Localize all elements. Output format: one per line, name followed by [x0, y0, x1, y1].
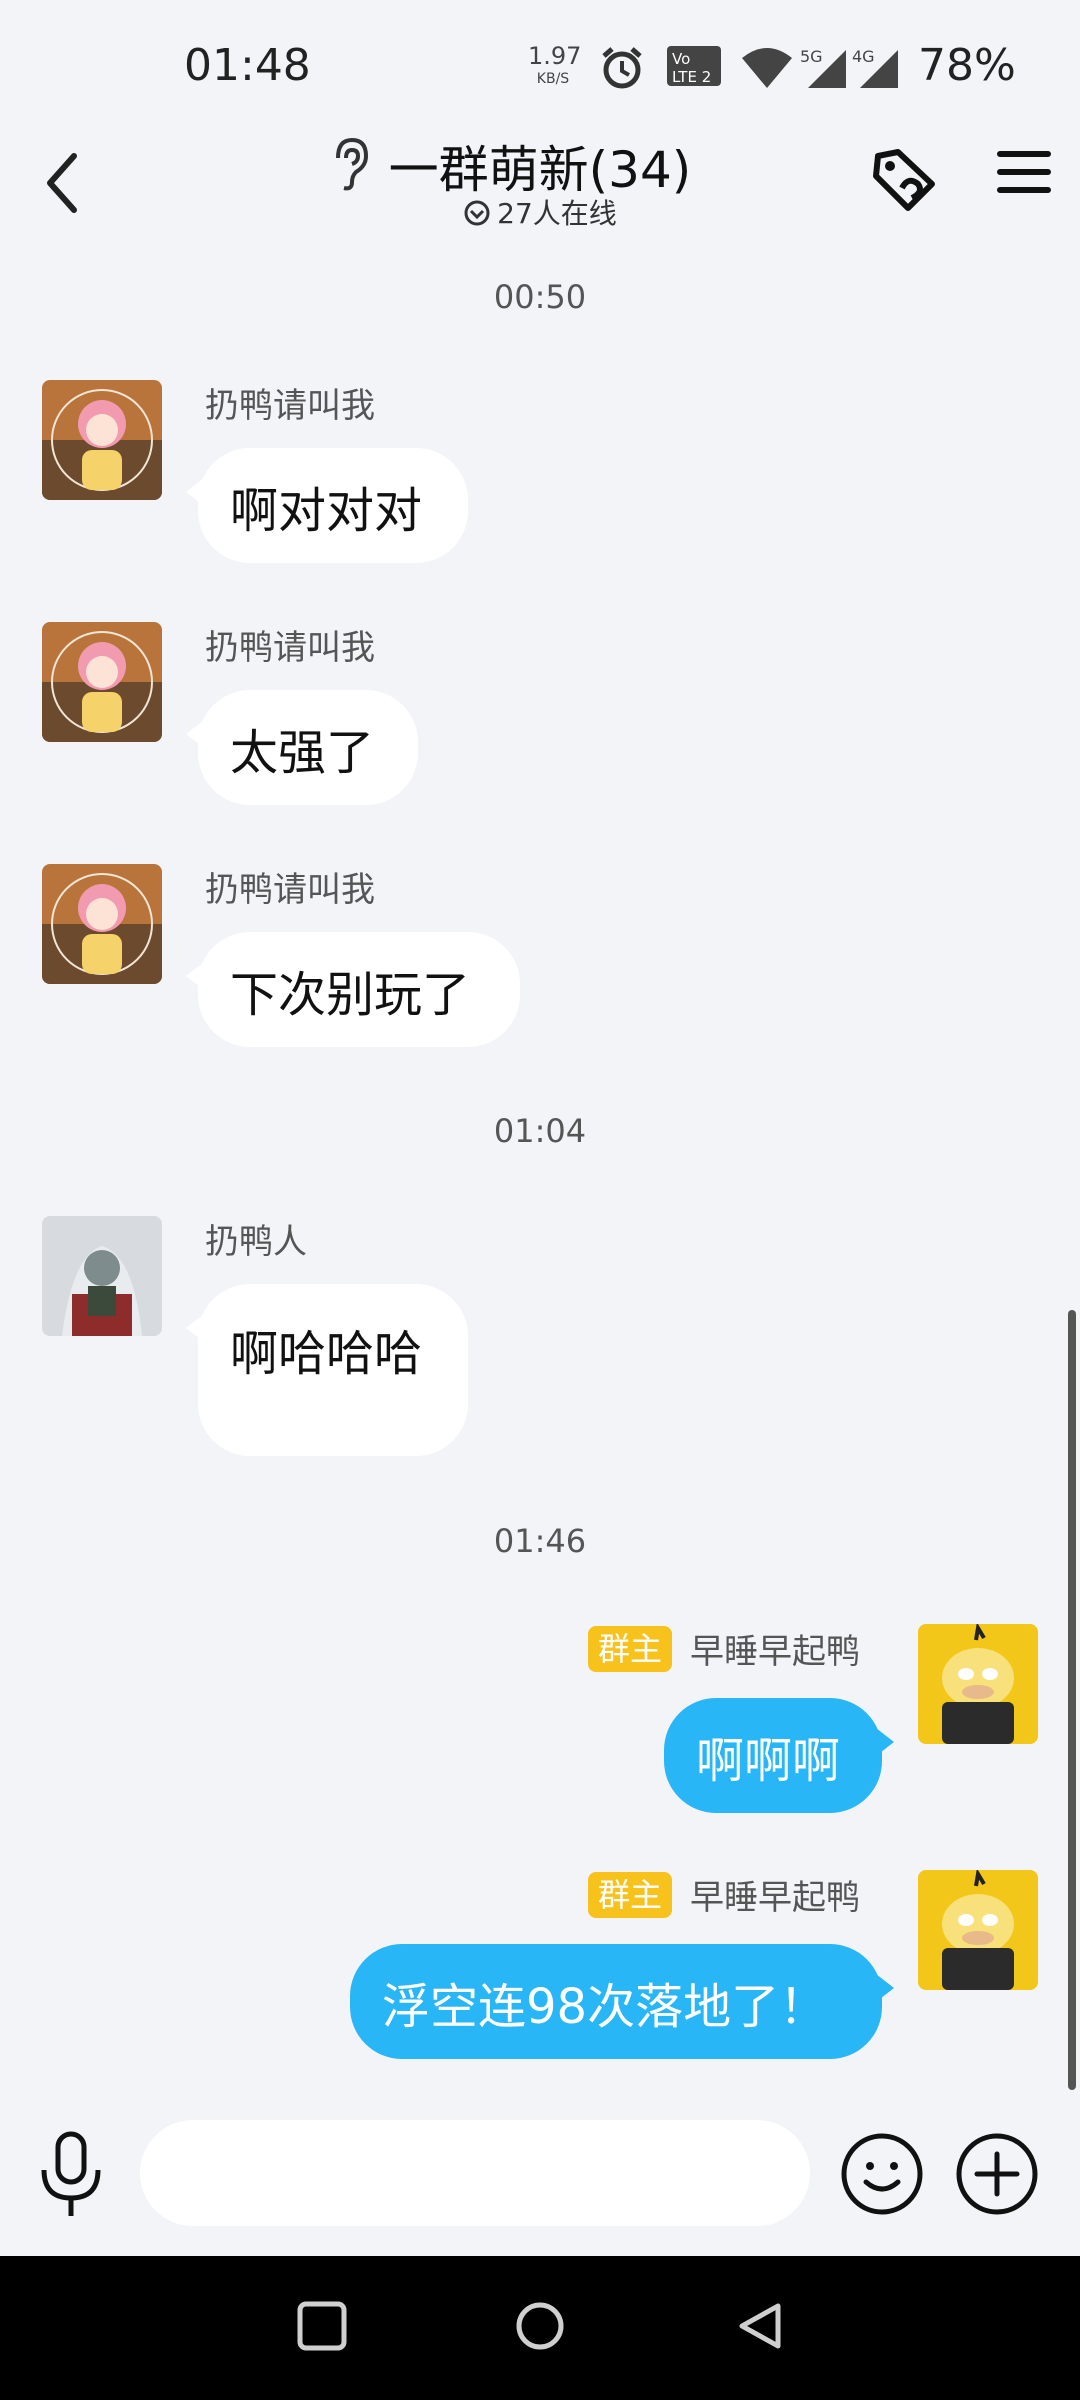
4g-signal-icon: 4G	[852, 44, 900, 94]
sender-name: 扔鸭人	[205, 1222, 307, 1262]
home-icon[interactable]	[514, 2300, 566, 2356]
owner-badge: 群主	[588, 1872, 673, 1918]
recents-icon[interactable]	[296, 2300, 348, 2356]
online-count-label: 27人在线	[497, 197, 617, 230]
online-status-icon	[464, 200, 490, 226]
message-list[interactable]: 00:50 扔鸭请叫我 啊对对对 扔鸭请叫我 太强了 扔鸭请叫我 下次别玩了 0…	[0, 250, 1080, 2090]
message-bubble[interactable]: 啊对对对	[186, 448, 468, 563]
avatar[interactable]	[42, 622, 162, 742]
svg-text:4G: 4G	[852, 47, 875, 66]
alarm-icon	[598, 44, 646, 96]
svg-text:Vo: Vo	[672, 50, 690, 68]
status-bar: 01:48 1.97 KB/S Vo LTE 2 5G 4G 78%	[0, 0, 1080, 140]
input-bar	[0, 2090, 1080, 2260]
message-text: 下次别玩了	[230, 966, 471, 1023]
message-bubble[interactable]: 下次别玩了	[186, 932, 520, 1047]
network-speed: 1.97 KB/S	[528, 44, 581, 89]
avatar[interactable]	[42, 380, 162, 500]
owner-badge: 群主	[588, 1626, 673, 1672]
microphone-icon[interactable]	[36, 2130, 106, 2224]
plus-icon[interactable]	[955, 2132, 1039, 2220]
avatar[interactable]	[42, 1216, 162, 1336]
sender-name: 早睡早起鸭	[690, 1632, 860, 1672]
timestamp: 01:46	[493, 1522, 587, 1560]
timestamp: 00:50	[493, 278, 587, 316]
message-text: 啊哈哈哈	[230, 1326, 423, 1382]
battery-level: 78%	[918, 40, 1016, 91]
network-speed-unit: KB/S	[536, 71, 570, 87]
scrollbar[interactable]	[1068, 1310, 1076, 2090]
volte-lte2-icon: Vo LTE 2	[666, 44, 722, 92]
sender-name: 早睡早起鸭	[690, 1878, 860, 1918]
chat-header: 一群萌新(34) 27人在线	[0, 130, 1080, 240]
tag-icon[interactable]	[868, 144, 940, 220]
message-text: 啊啊啊	[696, 1732, 841, 1789]
svg-text:LTE 2: LTE 2	[672, 68, 711, 86]
message-bubble[interactable]: 太强了	[186, 690, 418, 805]
sender-name: 扔鸭请叫我	[205, 870, 375, 910]
message-text: 太强了	[230, 724, 375, 781]
network-speed-value: 1.97	[528, 42, 582, 70]
system-nav-bar	[0, 2256, 1080, 2400]
svg-text:5G: 5G	[800, 47, 823, 66]
message-text: 浮空连98次落地了！	[382, 1978, 828, 2035]
5g-signal-icon: 5G	[800, 44, 848, 94]
avatar[interactable]	[42, 864, 162, 984]
message-input[interactable]	[140, 2120, 810, 2226]
sender-name: 扔鸭请叫我	[205, 386, 375, 426]
wifi-icon	[740, 44, 794, 94]
emoji-icon[interactable]	[840, 2132, 924, 2220]
back-triangle-icon[interactable]	[734, 2300, 786, 2356]
sender-name: 扔鸭请叫我	[205, 628, 375, 668]
avatar[interactable]	[918, 1624, 1038, 1744]
message-bubble[interactable]: 浮空连98次落地了！	[350, 1944, 894, 2059]
menu-icon[interactable]	[996, 144, 1052, 204]
avatar[interactable]	[918, 1870, 1038, 1990]
message-bubble[interactable]: 啊哈哈哈	[186, 1284, 468, 1456]
message-text: 啊对对对	[230, 482, 423, 539]
timestamp: 01:04	[493, 1112, 587, 1150]
message-bubble[interactable]: 啊啊啊	[664, 1698, 894, 1813]
status-time: 01:48	[184, 40, 311, 91]
